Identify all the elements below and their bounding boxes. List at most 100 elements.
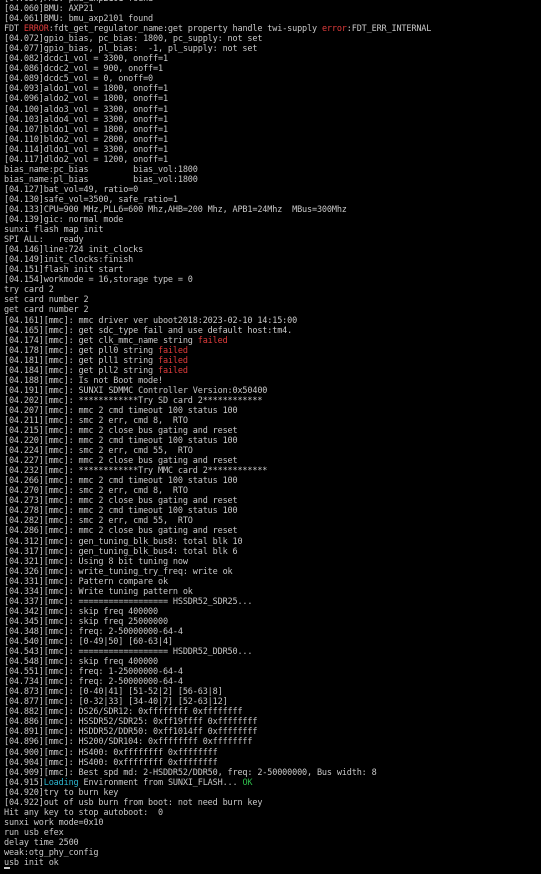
log-line: [04.331][mmc]: Pattern compare ok — [4, 577, 431, 587]
log-text: [04.060]BMU: AXP21 — [4, 4, 94, 15]
log-text: [04.127]bat_vol=49, ratio=0 — [4, 184, 139, 195]
log-text: [04.089]dcdc5_vol = 0, onoff=0 — [4, 74, 154, 85]
log-text: delay time 2500 — [4, 837, 79, 848]
log-text: get card number 2 — [4, 305, 89, 316]
log-line: [04.096]aldo2_vol = 1800, onoff=1 — [4, 94, 431, 104]
log-line: [04.211][mmc]: smc 2 err, cmd 8, RTO — [4, 416, 431, 426]
log-highlight: Loading — [43, 777, 79, 788]
log-text: [04.082]dcdc1_vol = 3300, onoff=1 — [4, 54, 168, 65]
log-text: [04.061]BMU: bmu_axp2101 found — [4, 14, 154, 25]
log-line: [04.920]try to burn key — [4, 788, 431, 798]
log-text: [04.077]gpio_bias, pl_bias: -1, pl_suppl… — [4, 44, 258, 55]
log-line: [04.734][mmc]: freq: 2-50000000-64-4 — [4, 677, 431, 687]
log-text: :FDT_ERR_INTERNAL — [346, 24, 432, 35]
log-highlight: failed — [197, 335, 228, 346]
log-text: SPI ALL: ready — [4, 235, 84, 246]
log-line: [04.100]aldo3_vol = 3300, onoff=1 — [4, 105, 431, 115]
log-line: get card number 2 — [4, 305, 431, 315]
log-line: try card 2 — [4, 285, 431, 295]
log-text: [04.161][mmc]: mmc driver ver uboot2018:… — [4, 315, 298, 326]
log-text: [04.891][mmc]: HSDDR52/DDR50: 0xff1014ff… — [4, 727, 258, 738]
log-text: [04.093]aldo1_vol = 1800, onoff=1 — [4, 84, 168, 95]
log-line: [04.133]CPU=900 MHz,PLL6=600 Mhz,AHB=200… — [4, 205, 431, 215]
log-line: [04.146]line:724 init_clocks — [4, 245, 431, 255]
log-highlight: ERROR — [23, 24, 49, 35]
log-line: [04.224][mmc]: smc 2 err, cmd 55, RTO — [4, 446, 431, 456]
log-line: bias_name:pc_bias bias_vol:1800 — [4, 165, 431, 175]
log-line: [04.278][mmc]: mmc 2 cmd timeout 100 sta… — [4, 506, 431, 516]
log-text: [04.273][mmc]: mmc 2 close bus gating an… — [4, 496, 238, 507]
log-text: try card 2 — [4, 285, 54, 296]
log-text: usb init ok — [4, 858, 59, 869]
log-line: SPI ALL: ready — [4, 235, 431, 245]
log-line: [04.873][mmc]: [0-40|41] [51-52|2] [56-6… — [4, 687, 431, 697]
log-text: [04.181][mmc]: get pll1 string — [4, 355, 158, 366]
log-line: [04.317][mmc]: gen_tuning_blk_bus4: tota… — [4, 547, 431, 557]
log-line: [04.342][mmc]: skip freq 400000 — [4, 607, 431, 617]
log-line: [04.178][mmc]: get pll0 string failed — [4, 346, 431, 356]
log-line: [04.207][mmc]: mmc 2 cmd timeout 100 sta… — [4, 406, 431, 416]
log-highlight: failed — [158, 365, 188, 376]
log-text: [04.282][mmc]: smc 2 err, cmd 55, RTO — [4, 516, 193, 527]
log-text: [04.873][mmc]: [0-40|41] [51-52|2] [56-6… — [4, 687, 223, 698]
log-text: [04.326][mmc]: write_tuning_try_freq: wr… — [4, 566, 233, 577]
log-line: [04.060]BMU: AXP21 — [4, 4, 431, 14]
log-text: set card number 2 — [4, 295, 89, 306]
log-text: [04.334][mmc]: Write tuning pattern ok — [4, 586, 193, 597]
log-line: [04.151]flash init start — [4, 265, 431, 275]
terminal-cursor — [4, 867, 10, 869]
log-text: Environment from SUNXI_FLASH... — [78, 777, 243, 788]
log-line: [04.286][mmc]: mmc 2 close bus gating an… — [4, 526, 431, 536]
log-text: bias_name:pc_bias bias_vol:1800 — [4, 164, 198, 175]
log-text: [04.151]flash init start — [4, 265, 124, 276]
log-text: [04.107]bldo1_vol = 1800, onoff=1 — [4, 124, 168, 135]
log-text: [04.215][mmc]: mmc 2 close bus gating an… — [4, 426, 238, 437]
log-line: [04.882][mmc]: DS26/SDR12: 0xffffffff 0x… — [4, 707, 431, 717]
log-line: [04.915]Loading Environment from SUNXI_F… — [4, 778, 431, 788]
log-line: [04.117]dldo2_vol = 1200, onoff=1 — [4, 155, 431, 165]
log-text: run usb efex — [4, 827, 64, 838]
log-line: [04.130]safe_vol=3500, safe_ratio=1 — [4, 195, 431, 205]
log-line: [04.232][mmc]: ************Try MMC card … — [4, 466, 431, 476]
log-text: [04.133]CPU=900 MHz,PLL6=600 Mhz,AHB=200… — [4, 204, 347, 215]
log-line: [04.334][mmc]: Write tuning pattern ok — [4, 587, 431, 597]
terminal-window[interactable]: [04.057]PMU: pmu_axp2101 found[04.060]BM… — [0, 0, 541, 874]
log-line: [04.191][mmc]: SUNXI SDMMC Controller Ve… — [4, 386, 431, 396]
log-text: [04.543][mmc]: ================== HSDDR5… — [4, 647, 253, 658]
log-line: [04.215][mmc]: mmc 2 close bus gating an… — [4, 426, 431, 436]
log-line: [04.270][mmc]: smc 2 err, cmd 8, RTO — [4, 486, 431, 496]
log-line: [04.891][mmc]: HSDDR52/DDR50: 0xff1014ff… — [4, 727, 431, 737]
log-line: [04.877][mmc]: [0-32|33] [34-40|7] [52-6… — [4, 697, 431, 707]
log-line: [04.174][mmc]: get clk_mmc_name string f… — [4, 336, 431, 346]
log-text: [04.130]safe_vol=3500, safe_ratio=1 — [4, 194, 178, 205]
log-line: [04.114]dldo1_vol = 3300, onoff=1 — [4, 145, 431, 155]
log-text: [04.191][mmc]: SUNXI SDMMC Controller Ve… — [4, 385, 268, 396]
log-text: [04.915] — [4, 777, 44, 788]
log-line: sunxi work mode=0x10 — [4, 818, 431, 828]
log-line: [04.093]aldo1_vol = 1800, onoff=1 — [4, 84, 431, 94]
log-line: [04.548][mmc]: skip freq 400000 — [4, 657, 431, 667]
log-text: weak:otg_phy_config — [4, 847, 99, 858]
log-text: [04.270][mmc]: smc 2 err, cmd 8, RTO — [4, 486, 188, 497]
terminal-output: [04.057]PMU: pmu_axp2101 found[04.060]BM… — [0, 0, 431, 868]
log-line: [04.103]aldo4_vol = 3300, onoff=1 — [4, 115, 431, 125]
log-line: Hit any key to stop autoboot: 0 — [4, 808, 431, 818]
log-text: :fdt_get_regulator_name:get property han… — [48, 24, 322, 35]
log-line: [04.202][mmc]: ************Try SD card 2… — [4, 396, 431, 406]
log-line: set card number 2 — [4, 295, 431, 305]
log-line: [04.107]bldo1_vol = 1800, onoff=1 — [4, 125, 431, 135]
log-line: [04.086]dcdc2_vol = 900, onoff=1 — [4, 64, 431, 74]
log-line: sunxi flash map init — [4, 225, 431, 235]
log-text: [04.337][mmc]: ================== HSSDR5… — [4, 596, 253, 607]
log-line: [04.154]workmode = 16,storage type = 0 — [4, 275, 431, 285]
log-text: bias_name:pl_bias bias_vol:1800 — [4, 174, 198, 185]
log-text: [04.096]aldo2_vol = 1800, onoff=1 — [4, 94, 168, 105]
log-text: [04.100]aldo3_vol = 3300, onoff=1 — [4, 104, 168, 115]
log-line: [04.326][mmc]: write_tuning_try_freq: wr… — [4, 567, 431, 577]
log-text: FDT — [4, 24, 24, 35]
log-text: [04.202][mmc]: ************Try SD card 2… — [4, 395, 263, 406]
log-line: [04.161][mmc]: mmc driver ver uboot2018:… — [4, 316, 431, 326]
log-text: [04.331][mmc]: Pattern compare ok — [4, 576, 168, 587]
log-text: [04.540][mmc]: [0-49|50] [60-63|4] — [4, 637, 173, 647]
log-line: [04.312][mmc]: gen_tuning_blk_bus8: tota… — [4, 537, 431, 547]
